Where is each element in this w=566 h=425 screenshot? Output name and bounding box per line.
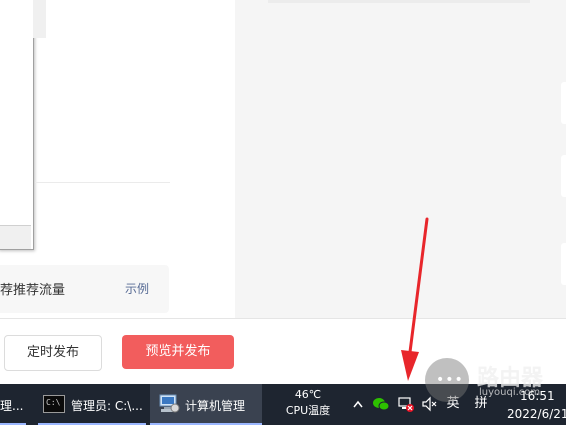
dialog-window [0, 0, 34, 250]
taskbar-item-label: 计算机管理 [185, 399, 246, 413]
side-tab[interactable] [561, 243, 566, 285]
computer-management-icon [159, 394, 180, 413]
taskbar-item-cmd[interactable]: C:\ 管理员: C:\... [38, 384, 146, 425]
recommend-traffic-label: 荐推荐流量 [0, 283, 66, 298]
section-divider [35, 182, 170, 183]
taskbar-item-label: 管理员: C:\... [71, 399, 143, 413]
windows-taskbar: 理... C:\ 管理员: C:\... 计算机管理 46℃ CPU温度 英 拼… [0, 384, 566, 425]
cmd-icon: C:\ [43, 395, 65, 413]
cpu-temperature-value: 46℃ [294, 388, 322, 401]
taskbar-item-truncated[interactable]: 理... [0, 384, 28, 425]
ime-mode-indicator[interactable]: 拼 [473, 395, 489, 413]
dialog-footer [0, 226, 31, 249]
preview-and-publish-button[interactable]: 预览并发布 [122, 335, 234, 369]
side-tab[interactable] [561, 155, 566, 197]
schedule-publish-button[interactable]: 定时发布 [4, 335, 102, 371]
volume-muted-icon[interactable] [421, 395, 439, 413]
wechat-icon[interactable] [372, 395, 390, 413]
taskbar-item-computer-management[interactable]: 计算机管理 [150, 384, 262, 425]
recommend-traffic-option[interactable]: 荐推荐流量 示例 [0, 265, 169, 313]
dialog-shadow-block [33, 0, 46, 38]
cpu-temperature-label: CPU温度 [285, 404, 331, 417]
network-disconnected-icon[interactable] [397, 395, 415, 413]
preview-panel [235, 0, 566, 318]
preview-top-strip [268, 0, 530, 3]
example-link[interactable]: 示例 [125, 280, 149, 297]
action-bar: 定时发布 预览并发布 [0, 318, 566, 385]
cpu-temperature-widget[interactable]: 46℃ CPU温度 [280, 387, 336, 419]
taskbar-item-label: 理... [0, 399, 24, 413]
ime-language-indicator[interactable]: 英 [445, 395, 461, 413]
side-tab[interactable] [561, 82, 566, 124]
dialog-content [0, 0, 31, 226]
chevron-up-icon[interactable] [352, 395, 364, 413]
clock-date[interactable]: 2022/6/21 [507, 407, 566, 421]
clock-time[interactable]: 16:51 [520, 389, 555, 403]
